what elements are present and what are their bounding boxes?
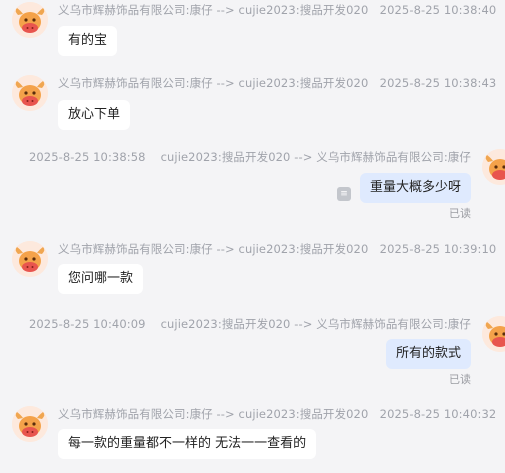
message-bubble[interactable]: 您问哪一款	[58, 264, 144, 294]
cartoon-cow-avatar-icon	[12, 406, 48, 442]
sender-route: 义乌市辉赫饰品有限公司:康仔 --> cujie2023:搜品开发020	[58, 3, 369, 17]
read-status: 已读	[449, 373, 471, 386]
message-bubble[interactable]: 重量大概多少呀	[359, 173, 471, 203]
message-meta: 2025-8-25 10:38:58 cujie2023:搜品开发020 -->…	[29, 149, 471, 165]
message-meta: 义乌市辉赫饰品有限公司:康仔 --> cujie2023:搜品开发020 202…	[58, 406, 496, 422]
message-time: 2025-8-25 10:38:58	[28, 150, 146, 164]
cartoon-cow-avatar-icon	[482, 149, 505, 185]
sender-avatar[interactable]	[12, 241, 48, 277]
message-text: 放心下单	[68, 107, 121, 122]
sender-route: 义乌市辉赫饰品有限公司:康仔 --> cujie2023:搜品开发020	[58, 76, 369, 90]
message-bubble[interactable]: 所有的款式	[385, 339, 471, 369]
message-text: 有的宝	[68, 33, 108, 48]
message-time: 2025-8-25 10:40:32	[379, 407, 497, 421]
message-bubble[interactable]: 放心下单	[58, 100, 131, 130]
info-flag-icon[interactable]: ≡	[337, 187, 351, 201]
message-time: 2025-8-25 10:38:40	[379, 3, 497, 17]
sender-route: 义乌市辉赫饰品有限公司:康仔 --> cujie2023:搜品开发020	[58, 407, 369, 421]
message-time: 2025-8-25 10:40:09	[28, 317, 146, 331]
message-meta: 义乌市辉赫饰品有限公司:康仔 --> cujie2023:搜品开发020 202…	[58, 75, 496, 91]
sender-route: 义乌市辉赫饰品有限公司:康仔 --> cujie2023:搜品开发020	[58, 242, 369, 256]
message-text: 所有的款式	[395, 346, 461, 361]
message-meta: 义乌市辉赫饰品有限公司:康仔 --> cujie2023:搜品开发020 202…	[58, 2, 496, 18]
read-status: 已读	[449, 207, 471, 220]
sender-avatar[interactable]	[12, 406, 48, 442]
sender-avatar[interactable]	[12, 2, 48, 38]
message-bubble[interactable]: 每一款的重量都不一样的 无法一一查看的	[58, 429, 317, 459]
cartoon-cow-avatar-icon	[482, 316, 505, 352]
message-meta: 义乌市辉赫饰品有限公司:康仔 --> cujie2023:搜品开发020 202…	[58, 241, 496, 257]
cartoon-cow-avatar-icon	[12, 241, 48, 277]
sender-route: cujie2023:搜品开发020 --> 义乌市辉赫饰品有限公司:康仔	[160, 317, 471, 331]
message-time: 2025-8-25 10:39:10	[379, 242, 497, 256]
message-bubble[interactable]: 有的宝	[58, 26, 118, 56]
sender-route: cujie2023:搜品开发020 --> 义乌市辉赫饰品有限公司:康仔	[160, 150, 471, 164]
message-time: 2025-8-25 10:38:43	[379, 76, 497, 90]
my-avatar[interactable]	[482, 149, 505, 185]
message-text: 重量大概多少呀	[369, 180, 461, 195]
cartoon-cow-avatar-icon	[12, 75, 48, 111]
cartoon-cow-avatar-icon	[12, 2, 48, 38]
message-meta: 2025-8-25 10:40:09 cujie2023:搜品开发020 -->…	[29, 316, 471, 332]
sender-avatar[interactable]	[12, 75, 48, 111]
message-text: 您问哪一款	[68, 271, 134, 286]
message-text: 每一款的重量都不一样的 无法一一查看的	[68, 436, 307, 451]
my-avatar[interactable]	[482, 316, 505, 352]
